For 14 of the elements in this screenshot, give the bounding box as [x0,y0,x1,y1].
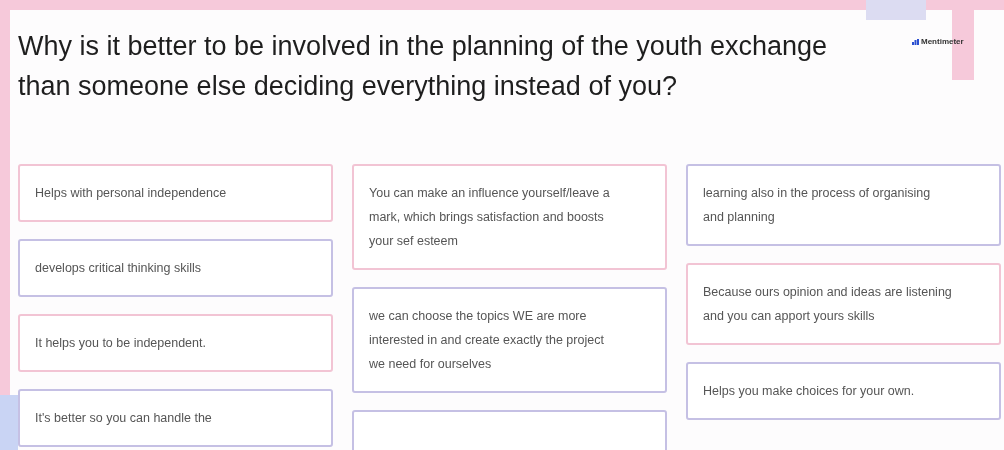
answer-card: Helps with personal independence [18,164,333,222]
answer-card: It's better so you can handle the [18,389,333,447]
answer-card: develops critical thinking skills [18,239,333,297]
answer-card: we can choose the topics WE are more interested in and create exactly the project we need for ourselves [352,287,667,393]
decor-block [866,0,926,20]
answer-card: It helps you to be independent. [18,314,333,372]
answer-card: Helps you make choices for your own. [686,362,1001,420]
brand-logo-text: Mentimeter [921,36,964,48]
answer-card: You can make an influence yourself/leave a mark, which brings satisfaction and boosts your sef esteem [352,164,667,270]
bar-chart-icon [912,39,919,45]
answer-card: learning also in the process of organising and planning [686,164,1001,246]
answer-card: Because ours opinion and ideas are listening and you can apport yours skills [686,263,1001,345]
slide-title: Why is it better to be involved in the planning of the youth exchange than someone else deciding everything instead of you? [18,30,828,103]
decor-block [0,395,18,450]
